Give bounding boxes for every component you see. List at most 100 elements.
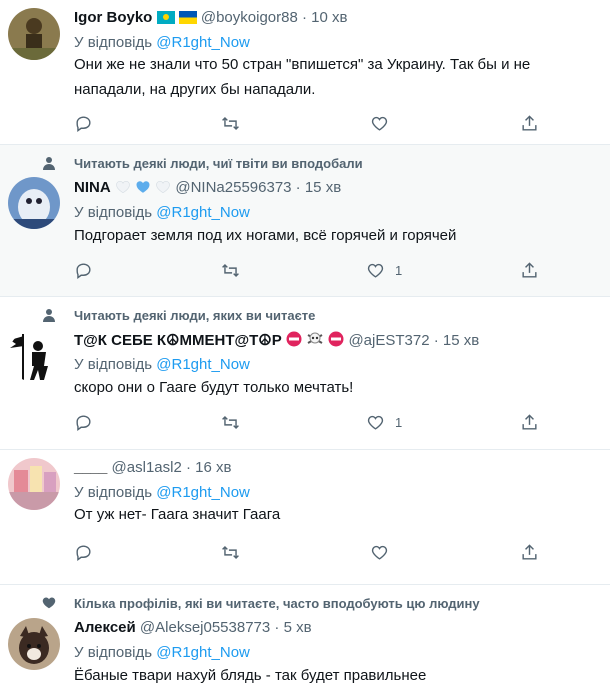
tweet-asl1asl2[interactable]: ____ @asl1asl2 · 16 хв У відповідь @R1gh…: [0, 450, 610, 585]
timestamp[interactable]: 5 хв: [284, 619, 312, 636]
reply-mention[interactable]: @R1ght_Now: [156, 644, 250, 661]
handle[interactable]: @ajEST372: [348, 332, 429, 349]
share-button[interactable]: [520, 412, 539, 432]
social-context: Кількa профілів, які ви читаєте, часто в…: [74, 596, 480, 611]
timestamp[interactable]: 15 хв: [305, 179, 341, 196]
heart-icon: [42, 597, 56, 609]
tweet-header: Т@К СЕБЕ К☮ММЕНТ@Т☮Р @ajEST372 · 15 хв: [74, 331, 479, 351]
heart-icon: [371, 545, 388, 560]
reply-button[interactable]: [74, 260, 93, 280]
avatar[interactable]: [8, 177, 60, 229]
share-button[interactable]: [520, 542, 539, 562]
tweet-aleksej[interactable]: Кількa профілів, які ви читаєте, часто в…: [0, 585, 610, 690]
white-heart-icon: [155, 180, 171, 198]
social-context: Читають деякі люди, чиї твіти ви вподоба…: [74, 156, 363, 171]
timestamp[interactable]: 10 хв: [311, 9, 347, 26]
reply-icon: [76, 262, 91, 279]
handle[interactable]: @NINa25596373: [175, 179, 291, 196]
reply-icon: [76, 414, 91, 431]
kazakhstan-flag-icon: [156, 11, 175, 28]
person-icon: [43, 157, 55, 170]
display-name[interactable]: ____: [74, 459, 107, 476]
handle[interactable]: @Aleksej05538773: [140, 619, 270, 636]
tweet-text: От уж нет- Гаага значит Гаага: [74, 506, 281, 523]
skull-crossbones-icon: [306, 331, 324, 351]
like-count: 1: [395, 414, 403, 430]
reply-button[interactable]: [74, 113, 93, 133]
no-entry-icon: [286, 331, 302, 351]
reply-icon: [76, 115, 91, 132]
handle[interactable]: @boykoigor88: [201, 9, 298, 26]
timestamp[interactable]: 15 хв: [443, 332, 479, 349]
share-icon: [522, 413, 537, 430]
white-heart-icon: [115, 180, 131, 198]
reply-mention[interactable]: @R1ght_Now: [156, 484, 250, 501]
reply-prefix: У відповідь: [74, 644, 153, 661]
like-button[interactable]: [370, 542, 399, 562]
like-button[interactable]: 1: [366, 412, 402, 432]
reply-context: У відповідь @R1ght_Now: [74, 34, 250, 51]
retweet-icon: [222, 116, 239, 130]
retweet-button[interactable]: [221, 113, 240, 133]
reply-button[interactable]: [74, 542, 93, 562]
heart-icon: [371, 116, 388, 131]
social-context: Читають деякі люди, яких ви читаєте: [74, 308, 316, 323]
retweet-icon: [222, 545, 239, 559]
reply-prefix: У відповідь: [74, 204, 153, 221]
avatar[interactable]: [8, 330, 60, 382]
tweet-actions: 1: [74, 412, 544, 434]
display-name[interactable]: Т@К СЕБЕ К☮ММЕНТ@Т☮Р: [74, 332, 282, 349]
retweet-icon: [222, 415, 239, 429]
avatar[interactable]: [8, 458, 60, 510]
reply-mention[interactable]: @R1ght_Now: [156, 204, 250, 221]
tweet-header: Алексей @Aleksej05538773 · 5 хв: [74, 619, 312, 636]
tweet-header: Igor Boyko @boykoigor88 · 10 хв: [74, 9, 347, 28]
tweet-text: Ёбаные твари нахуй блядь - так будет пра…: [74, 667, 427, 684]
retweet-button[interactable]: [221, 412, 240, 432]
share-icon: [522, 114, 537, 131]
reply-prefix: У відповідь: [74, 34, 153, 51]
share-button[interactable]: [520, 260, 539, 280]
reply-context: У відповідь @R1ght_Now: [74, 204, 250, 221]
tweet-header: ____ @asl1asl2 · 16 хв: [74, 459, 231, 476]
tweet-actions: [74, 113, 544, 135]
handle[interactable]: @asl1asl2: [112, 459, 182, 476]
tweet-tak-sebe[interactable]: Читають деякі люди, яких ви читаєте Т@К …: [0, 297, 610, 450]
ukraine-flag-icon: [178, 11, 197, 28]
separator: ·: [185, 459, 191, 476]
separator: ·: [295, 179, 301, 196]
tweet-text: Они же не знали что 50 стран "впишется" …: [74, 56, 531, 98]
display-name[interactable]: NINA: [74, 179, 111, 196]
tweet-text: скоро они о Гааге будут только мечтать!: [74, 379, 354, 396]
tweet-nina[interactable]: Читають деякі люди, чиї твіти ви вподоба…: [0, 145, 610, 297]
like-button[interactable]: 1: [366, 260, 402, 280]
blue-heart-icon: [135, 180, 151, 198]
share-icon: [522, 543, 537, 560]
like-count: 1: [395, 262, 403, 278]
separator: ·: [274, 619, 280, 636]
reply-context: У відповідь @R1ght_Now: [74, 644, 250, 661]
reply-prefix: У відповідь: [74, 356, 153, 373]
retweet-button[interactable]: [221, 542, 240, 562]
avatar[interactable]: [8, 618, 60, 670]
tweet-header: NINA @NINa25596373 · 15 хв: [74, 179, 341, 198]
display-name[interactable]: Igor Boyko: [74, 9, 152, 26]
tweet-actions: 1: [74, 260, 544, 282]
reply-context: У відповідь @R1ght_Now: [74, 484, 250, 501]
tweet-text: Подгорает земля под их ногами, всё горяч…: [74, 227, 457, 244]
reply-button[interactable]: [74, 412, 93, 432]
like-button[interactable]: [370, 113, 399, 133]
tweet-actions: [74, 542, 544, 564]
avatar[interactable]: [8, 8, 60, 60]
reply-mention[interactable]: @R1ght_Now: [156, 34, 250, 51]
display-name[interactable]: Алексей: [74, 619, 136, 636]
tweet-igor-boyko[interactable]: Igor Boyko @boykoigor88 · 10 хв У відпов…: [0, 0, 610, 145]
heart-icon: [367, 263, 384, 278]
retweet-button[interactable]: [221, 260, 240, 280]
timestamp[interactable]: 16 хв: [195, 459, 231, 476]
reply-prefix: У відповідь: [74, 484, 153, 501]
retweet-icon: [222, 263, 239, 277]
reply-mention[interactable]: @R1ght_Now: [156, 356, 250, 373]
no-entry-icon: [328, 331, 344, 351]
share-button[interactable]: [520, 113, 539, 133]
